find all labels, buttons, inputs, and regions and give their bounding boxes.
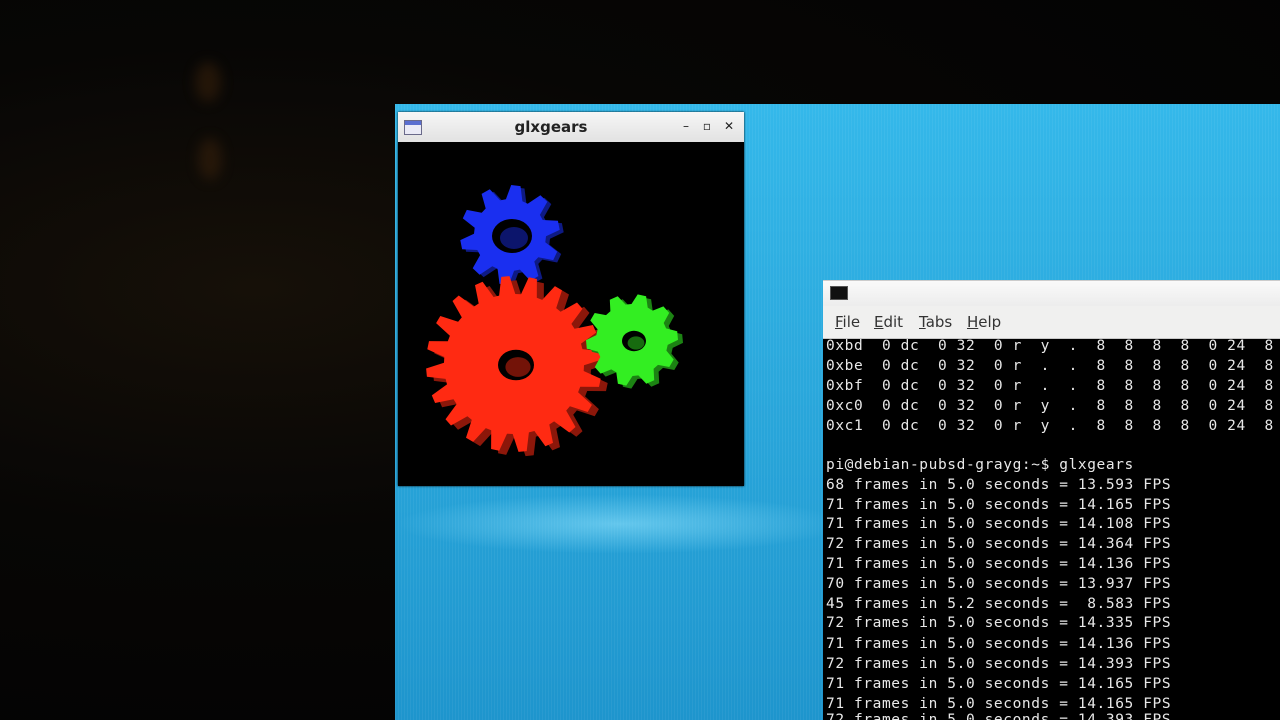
terminal-line: 0xbd 0 dc 0 32 0 r y . 8 8 8 8 0 24 8 [826, 338, 1274, 354]
terminal-titlebar[interactable] [823, 280, 1280, 307]
glxgears-window-title: glxgears [514, 118, 588, 136]
terminal-menubar: File Edit Tabs Help [823, 306, 1280, 339]
menu-tabs[interactable]: Tabs [919, 313, 952, 331]
terminal-line: 71 frames in 5.0 seconds = 14.136 FPS [826, 556, 1172, 572]
glxgears-titlebar[interactable]: glxgears – ▫ ✕ [398, 112, 744, 142]
terminal-line: 71 frames in 5.0 seconds = 14.165 FPS [826, 696, 1172, 712]
maximize-button[interactable]: ▫ [699, 118, 715, 134]
blue-gear [460, 185, 564, 288]
menu-file[interactable]: File [835, 313, 860, 331]
terminal-output[interactable]: 0xbd 0 dc 0 32 0 r y . 8 8 8 8 0 24 8 0x… [823, 338, 1280, 720]
minimize-button[interactable]: – [678, 118, 694, 134]
menu-tabs-label: abs [925, 313, 953, 331]
terminal-prompt-line: pi@debian-pubsd-grayg:~$ glxgears [826, 457, 1134, 473]
terminal-line: 71 frames in 5.0 seconds = 14.165 FPS [826, 676, 1172, 692]
reflection-glow [198, 138, 222, 180]
desktop-wave [395, 494, 845, 554]
terminal-line: 72 frames in 5.0 seconds = 14.335 FPS [826, 615, 1172, 631]
terminal-line: 70 frames in 5.0 seconds = 13.937 FPS [826, 576, 1172, 592]
terminal-line: 0xbf 0 dc 0 32 0 r . . 8 8 8 8 0 24 8 [826, 378, 1274, 394]
terminal-line: 68 frames in 5.0 seconds = 13.593 FPS [826, 477, 1172, 493]
red-gear [426, 276, 609, 457]
menu-help-mnemonic: H [967, 313, 979, 331]
menu-file-mnemonic: F [835, 313, 843, 331]
gears-canvas [426, 185, 683, 457]
terminal-line: 0xc0 0 dc 0 32 0 r y . 8 8 8 8 0 24 8 [826, 398, 1274, 414]
terminal-window[interactable]: File Edit Tabs Help 0xbd 0 dc 0 32 0 r y… [823, 280, 1280, 720]
terminal-line: 71 frames in 5.0 seconds = 14.136 FPS [826, 636, 1172, 652]
glxgears-window[interactable]: glxgears – ▫ ✕ [398, 112, 744, 486]
menu-tabs-mnemonic: T [919, 313, 926, 331]
menu-edit-label: dit [883, 313, 904, 331]
terminal-line: 0xbe 0 dc 0 32 0 r . . 8 8 8 8 0 24 8 [826, 358, 1274, 374]
menu-help[interactable]: Help [967, 313, 1001, 331]
reflection-glow [195, 62, 221, 102]
terminal-line: 45 frames in 5.2 seconds = 8.583 FPS [826, 596, 1172, 612]
terminal-line: 0xc1 0 dc 0 32 0 r y . 8 8 8 8 0 24 8 [826, 418, 1274, 434]
terminal-line: 71 frames in 5.0 seconds = 14.108 FPS [826, 516, 1172, 532]
green-gear [586, 294, 683, 389]
close-button[interactable]: ✕ [721, 118, 737, 134]
menu-edit[interactable]: Edit [874, 313, 903, 331]
terminal-line: 71 frames in 5.0 seconds = 14.165 FPS [826, 497, 1172, 513]
menu-help-label: elp [978, 313, 1002, 331]
terminal-line: 72 frames in 5.0 seconds = 14.364 FPS [826, 536, 1172, 552]
terminal-icon [830, 286, 848, 300]
menu-file-label: ile [842, 313, 861, 331]
terminal-line: 72 frames in 5.0 seconds = 14.393 FPS [826, 656, 1172, 672]
terminal-line: 72 frames in 5.0 seconds = 14.393 FPS [826, 712, 1172, 720]
